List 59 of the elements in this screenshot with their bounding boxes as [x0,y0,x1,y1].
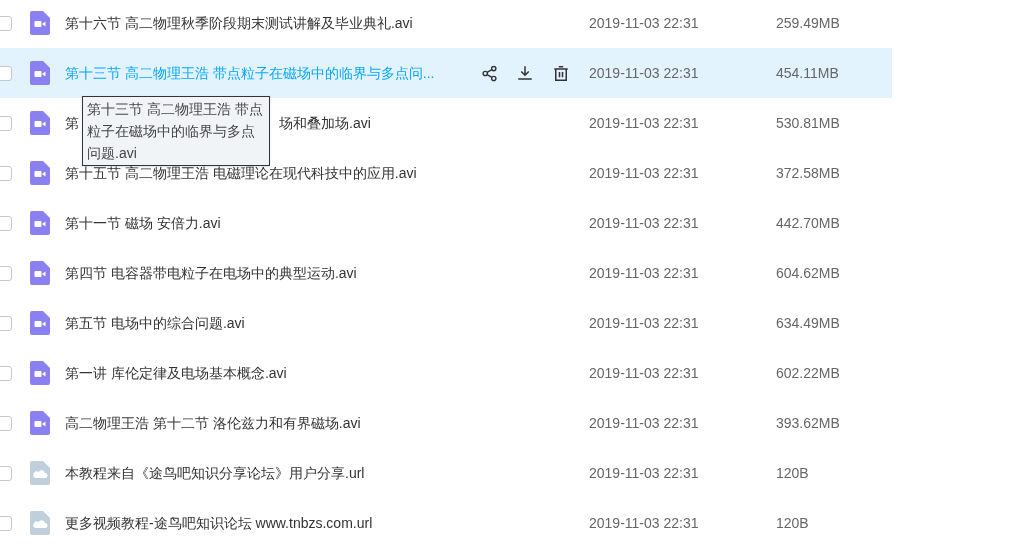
file-size: 442.70MB [776,213,840,233]
tooltip: 第十三节 高二物理王浩 带点粒子在磁场中的临界与多点问题.avi [82,96,270,166]
video-file-icon [30,61,50,85]
video-file-icon [30,111,50,135]
checkbox[interactable] [0,465,12,481]
cloud-file-icon [30,511,50,535]
video-file-icon [30,211,50,235]
modified-date: 2019-11-03 22:31 [589,63,700,83]
checkbox[interactable] [0,215,12,231]
file-name[interactable]: 第四节 电容器带电粒子在电场中的典型运动.avi [65,262,357,284]
checkbox[interactable] [0,415,12,431]
checkbox[interactable] [0,165,12,181]
modified-date: 2019-11-03 22:31 [589,163,700,183]
file-name[interactable]: 高二物理王浩 第十二节 洛伦兹力和有界磁场.avi [65,412,361,434]
file-name[interactable]: 第五节 电场中的综合问题.avi [65,312,245,334]
video-file-icon [30,311,50,335]
file-name[interactable]: 第十六节 高二物理秋季阶段期末测试讲解及毕业典礼.avi [65,12,413,34]
file-size: 259.49MB [776,13,840,33]
checkbox[interactable] [0,515,12,531]
modified-date: 2019-11-03 22:31 [589,213,700,233]
file-name[interactable]: 第 [65,112,79,134]
file-name[interactable]: 更多视频教程-途鸟吧知识论坛 www.tnbzs.com.url [65,512,373,534]
file-size: 372.58MB [776,163,840,183]
modified-date: 2019-11-03 22:31 [589,513,700,533]
modified-date: 2019-11-03 22:31 [589,113,700,133]
video-file-icon [30,261,50,285]
checkbox[interactable] [0,115,12,131]
cloud-file-icon [30,461,50,485]
video-file-icon [30,361,50,385]
checkbox[interactable] [0,65,12,81]
modified-date: 2019-11-03 22:31 [589,13,700,33]
file-name[interactable]: 场和叠加场.avi [279,112,371,134]
file-size: 604.62MB [776,263,840,283]
modified-date: 2019-11-03 22:31 [589,413,700,433]
checkbox[interactable] [0,315,12,331]
share-icon[interactable] [481,64,498,82]
video-file-icon [30,161,50,185]
file-size: 530.81MB [776,113,840,133]
file-name[interactable]: 第十一节 磁场 安倍力.avi [65,212,221,234]
file-name[interactable]: 第一讲 库伦定律及电场基本概念.avi [65,362,287,384]
modified-date: 2019-11-03 22:31 [589,363,700,383]
modified-date: 2019-11-03 22:31 [589,263,700,283]
modified-date: 2019-11-03 22:31 [589,313,700,333]
file-size: 454.11MB [776,63,839,83]
file-size: 120B [776,463,809,483]
checkbox[interactable] [0,365,12,381]
checkbox[interactable] [0,265,12,281]
video-file-icon [30,411,50,435]
download-icon[interactable] [516,64,534,82]
modified-date: 2019-11-03 22:31 [589,463,700,483]
checkbox[interactable] [0,15,12,31]
delete-icon[interactable] [552,63,570,83]
file-size: 602.22MB [776,363,840,383]
video-file-icon [30,11,50,35]
file-size: 120B [776,513,809,533]
file-row[interactable]: 第十三节 高二物理王浩 带点粒子在磁场中的临界与多点问... 2019-11-03 22:31 454.11MB [0,48,892,98]
file-name[interactable]: 本教程来自《途鸟吧知识分享论坛》用户分享.url [65,462,365,484]
file-size: 634.49MB [776,313,840,333]
file-size: 393.62MB [776,413,840,433]
